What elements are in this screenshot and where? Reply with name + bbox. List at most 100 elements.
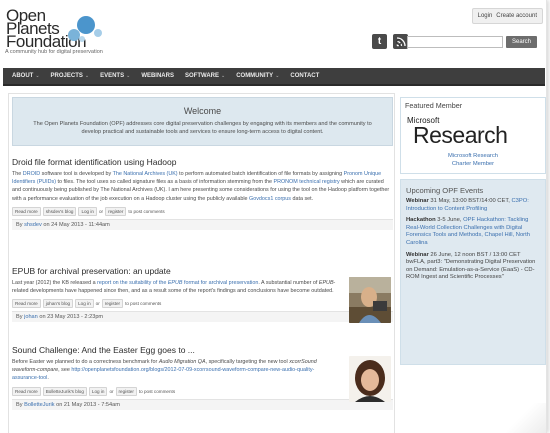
- main-nav: ABOUT ⌄ PROJECTS ⌄ EVENTS ⌄ WEBINARS SOFTWA…: [3, 68, 545, 86]
- read-more-link[interactable]: Read more: [12, 299, 41, 309]
- login-link[interactable]: Login: [478, 13, 493, 19]
- chevron-down-icon: ⌄: [126, 73, 131, 79]
- search-icon: Q: [393, 36, 405, 48]
- login-link[interactable]: Log in: [78, 206, 97, 216]
- login-link[interactable]: Log in: [75, 299, 94, 309]
- featured-caption-name[interactable]: Microsoft Research: [401, 153, 545, 161]
- by-text: By: [16, 314, 23, 321]
- nav-label: PROJECTS: [50, 73, 83, 79]
- featured-member-title: Featured Member: [405, 101, 463, 110]
- post-link[interactable]: Govdocs1 corpus: [249, 196, 291, 202]
- text: .: [47, 375, 49, 382]
- author-link[interactable]: johan: [24, 314, 38, 320]
- nav-label: CONTACT: [290, 73, 320, 79]
- event-item: Hackathon 3-5 June, OPF Hackathon: Tackl…: [401, 216, 545, 250]
- page-frame: Open Planets Foundation A community hub …: [0, 0, 547, 433]
- by-text: By: [16, 401, 23, 408]
- post-date: on 23 May 2013 - 2:23pm: [39, 314, 104, 321]
- nav-item-software[interactable]: SOFTWARE ⌄: [185, 73, 225, 79]
- text: . A substantial number of: [258, 280, 319, 286]
- twitter-icon[interactable]: t: [372, 34, 387, 49]
- event-item: Webinar 31 May, 13:00 BST/14:00 CET, C3P…: [401, 197, 545, 216]
- chevron-down-icon: ⌄: [84, 73, 90, 79]
- register-link[interactable]: register: [115, 386, 137, 396]
- or-text: or: [95, 301, 100, 307]
- text: EPUB: [318, 280, 334, 286]
- main-content: Welcome The Open Planets Foundation (OPF…: [8, 93, 395, 433]
- post-teaser: Last year (2012) the KB released a repor…: [12, 279, 337, 295]
- text: The: [12, 171, 23, 177]
- post-byline: By BolletteJurik on 21 May 2013 - 7:54am: [12, 398, 393, 410]
- text: software tool is developed by: [40, 171, 113, 177]
- login-link[interactable]: Log in: [88, 386, 108, 396]
- events-title: Upcoming OPF Events: [406, 186, 484, 195]
- or-text: or: [98, 208, 104, 214]
- post-comments-text: to post comments: [125, 301, 162, 307]
- nav-item-about[interactable]: ABOUT ⌄: [12, 73, 40, 79]
- chevron-down-icon: ⌄: [275, 73, 280, 79]
- post-title[interactable]: Droid file format identification using H…: [12, 157, 393, 167]
- post-link[interactable]: The National Archives (UK): [113, 171, 178, 177]
- author-blog-link[interactable]: BolletteJurik's blog: [42, 386, 87, 396]
- search-icon-glyph: Q: [395, 37, 403, 47]
- featured-member-box: Featured Member Microsoft Research Micro…: [400, 97, 546, 174]
- read-more-link[interactable]: Read more: [12, 206, 41, 216]
- welcome-title: Welcome: [183, 106, 222, 116]
- register-link[interactable]: register: [101, 299, 124, 309]
- read-more-link[interactable]: Read more: [12, 386, 41, 396]
- post-title[interactable]: EPUB for archival preservation: an updat…: [12, 266, 393, 276]
- post-links: Read more johan's blog Log in or registe…: [12, 299, 393, 309]
- register-link[interactable]: register: [105, 206, 127, 216]
- event-type: Webinar: [406, 198, 429, 204]
- post-thumbnail: [349, 356, 391, 402]
- welcome-box: Welcome The Open Planets Foundation (OPF…: [12, 97, 393, 146]
- text: Last year (2012) the KB released a: [12, 280, 98, 286]
- nav-label: WEBINARS: [141, 73, 174, 79]
- create-account-link[interactable]: Create account: [496, 13, 537, 19]
- nav-item-community[interactable]: COMMUNITY ⌄: [236, 73, 279, 79]
- featured-caption-role: Charter Member: [451, 160, 495, 167]
- nav-item-projects[interactable]: PROJECTS ⌄: [51, 73, 90, 79]
- search-box: Q Search: [393, 36, 538, 48]
- post-link[interactable]: PRONOM technical registry: [273, 179, 339, 185]
- post-comments-text: to post comments: [128, 208, 165, 214]
- text: to files. The tool uses so called signat…: [56, 179, 274, 186]
- event-item: Webinar 26 June, 12 noon BST / 13:00 CET…: [401, 251, 545, 285]
- text: data set.: [291, 195, 314, 202]
- account-links: Login Create account: [471, 8, 543, 24]
- text: Before Easter we planned to do a correct…: [12, 359, 159, 365]
- post-byline: By shsdev on 24 May 2013 - 11:44am: [12, 218, 393, 230]
- by-text: By: [16, 221, 23, 228]
- author-link[interactable]: shsdev: [24, 222, 42, 228]
- author-blog-link[interactable]: johan's blog: [42, 299, 74, 309]
- post-comments-text: to post comments: [138, 388, 176, 394]
- post-thumbnail: [349, 277, 391, 323]
- featured-brand-big[interactable]: Research: [413, 122, 508, 149]
- event-type: Webinar: [406, 251, 429, 258]
- featured-caption: Microsoft Research Charter Member: [401, 153, 545, 168]
- search-button[interactable]: Search: [506, 36, 538, 48]
- text: to perform automated batch identificatio…: [177, 171, 344, 177]
- post-title[interactable]: Sound Challenge: And the Easter Egg goes…: [12, 345, 393, 355]
- nav-item-events[interactable]: EVENTS ⌄: [100, 73, 130, 79]
- post-links: Read more shsdev's blog Log in or regist…: [12, 206, 393, 216]
- event-type: Hackathon: [406, 217, 436, 224]
- welcome-text: The Open Planets Foundation (OPF) addres…: [33, 121, 372, 135]
- blog-post: Droid file format identification using H…: [12, 157, 393, 230]
- post-date: on 21 May 2013 - 7:54am: [56, 401, 120, 408]
- chevron-down-icon: ⌄: [220, 73, 226, 79]
- search-input[interactable]: [407, 36, 503, 48]
- post-link[interactable]: DROID: [23, 171, 40, 177]
- nav-label: SOFTWARE: [184, 73, 219, 79]
- author-link[interactable]: BolletteJurik: [24, 402, 54, 408]
- author-blog-link[interactable]: shsdev's blog: [42, 206, 77, 216]
- text: EPUB: [167, 280, 183, 286]
- blog-post: EPUB for archival preservation: an updat…: [12, 266, 393, 323]
- nav-label: COMMUNITY: [236, 73, 274, 79]
- or-text: or: [109, 388, 114, 394]
- nav-item-webinars[interactable]: WEBINARS: [141, 73, 174, 79]
- post-link[interactable]: report on the suitability of the EPUB fo…: [97, 280, 258, 286]
- nav-item-contact[interactable]: CONTACT: [290, 73, 319, 79]
- post-links: Read more BolletteJurik's blog Log in or…: [12, 386, 393, 396]
- text: Audio Migration QA: [158, 359, 206, 365]
